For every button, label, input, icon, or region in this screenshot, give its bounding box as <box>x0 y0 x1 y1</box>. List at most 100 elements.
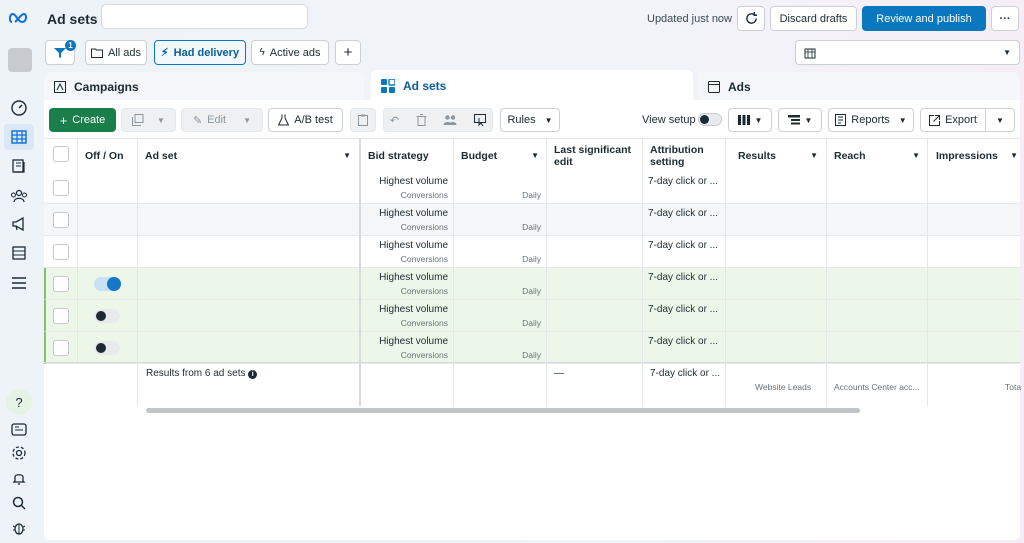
review-and-publish-button[interactable]: Review and publish <box>862 6 986 31</box>
summary-results-sub: Website Leads <box>755 382 812 392</box>
delivery-toggle[interactable] <box>94 277 121 291</box>
row-checkbox[interactable] <box>53 180 69 196</box>
chevron-down-icon: ▼ <box>804 115 813 125</box>
tab-ads[interactable]: Ads <box>698 72 1020 102</box>
summary-reach-sub: Accounts Center acc... <box>834 382 920 392</box>
column-header-budget[interactable]: Budget ▼ <box>453 139 547 172</box>
search-icon[interactable] <box>9 493 29 513</box>
audience-icon[interactable] <box>9 186 29 206</box>
column-header-attribution[interactable]: Attribution setting <box>642 139 726 172</box>
tab-ad-sets-label: Ad sets <box>403 79 447 93</box>
horizontal-scrollbar[interactable] <box>146 408 860 413</box>
view-setup-toggle[interactable] <box>698 113 722 126</box>
chevron-down-icon: ▼ <box>544 115 553 125</box>
budget-type: Daily <box>522 254 541 264</box>
menu-icon[interactable] <box>9 273 29 293</box>
bid-strategy-sub: Conversions <box>400 222 448 232</box>
settings-gear-icon[interactable] <box>9 443 29 463</box>
breakdown-button[interactable]: ▼ <box>778 108 822 132</box>
column-header-ad-set[interactable]: Ad set ▼ <box>137 139 359 172</box>
people-icon[interactable] <box>443 114 457 126</box>
tab-ad-sets[interactable]: Ad sets <box>371 70 693 102</box>
column-header-impressions[interactable]: Impressions ▼ <box>928 139 1020 172</box>
budget-type: Daily <box>522 318 541 328</box>
refresh-button[interactable] <box>737 6 765 31</box>
delivery-toggle[interactable] <box>94 309 120 323</box>
duplicate-button[interactable]: ▼ <box>121 108 176 132</box>
account-avatar[interactable] <box>8 48 32 72</box>
reports-button[interactable]: Reports ▼ <box>828 108 914 132</box>
view-setup-label: View setup <box>642 114 696 126</box>
budget-type: Daily <box>522 222 541 232</box>
row-checkbox[interactable] <box>53 244 69 260</box>
select-all-checkbox[interactable] <box>53 146 69 162</box>
active-ads-button[interactable]: ϟ Active ads <box>251 40 329 65</box>
filter-icon <box>54 47 66 58</box>
megaphone-icon[interactable] <box>9 214 29 234</box>
help-icon[interactable]: ? <box>6 389 32 415</box>
column-header-bid-strategy[interactable]: Bid strategy <box>360 139 454 172</box>
bid-strategy-sub: Conversions <box>400 254 448 264</box>
news-icon[interactable] <box>9 419 29 439</box>
bug-report-icon[interactable] <box>9 518 29 538</box>
ad-icon <box>708 81 720 93</box>
date-range-selector[interactable]: ▼ <box>795 40 1020 65</box>
chevron-down-icon: ▼ <box>1010 150 1018 160</box>
had-delivery-button[interactable]: ⚡︎ Had delivery <box>154 40 246 65</box>
chevron-down-icon: ▼ <box>754 115 763 125</box>
clipboard-button[interactable] <box>350 108 376 132</box>
row-checkbox[interactable] <box>53 340 69 356</box>
export-button[interactable]: Export <box>920 108 986 132</box>
flask-icon <box>278 114 290 126</box>
ab-test-button[interactable]: A/B test <box>268 108 343 132</box>
edit-button[interactable]: ✎ Edit ▼ <box>181 108 263 132</box>
chevron-down-icon: ▼ <box>157 115 165 125</box>
lightning-icon: ⚡︎ <box>160 47 169 59</box>
create-label: Create <box>72 114 106 126</box>
delivery-toggle[interactable] <box>94 341 120 355</box>
rules-button[interactable]: Rules ▼ <box>500 108 560 132</box>
campaign-flag-icon <box>54 81 66 93</box>
column-header-results[interactable]: Results ▼ <box>730 139 826 172</box>
rules-label: Rules <box>507 114 536 126</box>
duplicate-icon <box>132 114 144 126</box>
info-icon[interactable]: i <box>248 370 258 379</box>
chevron-down-icon: ▼ <box>531 150 539 160</box>
column-header-off-on[interactable]: Off / On <box>77 139 137 172</box>
catalog-icon[interactable] <box>9 156 29 176</box>
notifications-bell-icon[interactable] <box>9 468 29 488</box>
column-header-last-edit[interactable]: Last significant edit <box>546 139 642 172</box>
ad-set-name-input[interactable] <box>101 4 308 29</box>
create-button[interactable]: + Create <box>49 108 116 132</box>
add-filter-button[interactable]: + <box>335 40 361 65</box>
row-checkbox[interactable] <box>53 276 69 292</box>
chevron-down-icon: ▼ <box>243 115 252 125</box>
bid-strategy-value: Highest volume <box>379 208 448 219</box>
column-header-ad-set-label: Ad set <box>145 149 178 162</box>
more-options-button[interactable]: ··· <box>991 6 1019 31</box>
billing-icon[interactable] <box>9 243 29 263</box>
columns-button[interactable]: ▼ <box>728 108 772 132</box>
column-header-reach[interactable]: Reach ▼ <box>826 139 928 172</box>
reports-label: Reports <box>851 114 890 126</box>
meta-logo-icon[interactable] <box>9 8 29 28</box>
row-checkbox[interactable] <box>53 212 69 228</box>
export-dropdown-button[interactable]: ▼ <box>985 108 1015 132</box>
column-header-results-label: Results <box>738 149 776 162</box>
column-header-impressions-label: Impressions <box>936 149 998 162</box>
row-checkbox[interactable] <box>53 308 69 324</box>
preview-icon[interactable] <box>474 114 487 126</box>
budget-type: Daily <box>522 286 541 296</box>
undo-icon[interactable]: ↶ <box>390 114 399 127</box>
left-rail: ? <box>0 0 38 543</box>
all-ads-button[interactable]: All ads <box>85 40 147 65</box>
discard-drafts-button[interactable]: Discard drafts <box>770 6 857 31</box>
columns-icon <box>737 115 750 125</box>
chevron-down-icon: ▼ <box>898 115 907 125</box>
table-icon[interactable] <box>9 127 29 147</box>
gauge-icon[interactable] <box>9 98 29 118</box>
trash-icon[interactable] <box>416 114 427 126</box>
breakdown-icon <box>787 115 800 125</box>
bid-strategy-sub: Conversions <box>400 350 448 360</box>
tab-campaigns[interactable]: Campaigns <box>44 72 364 102</box>
